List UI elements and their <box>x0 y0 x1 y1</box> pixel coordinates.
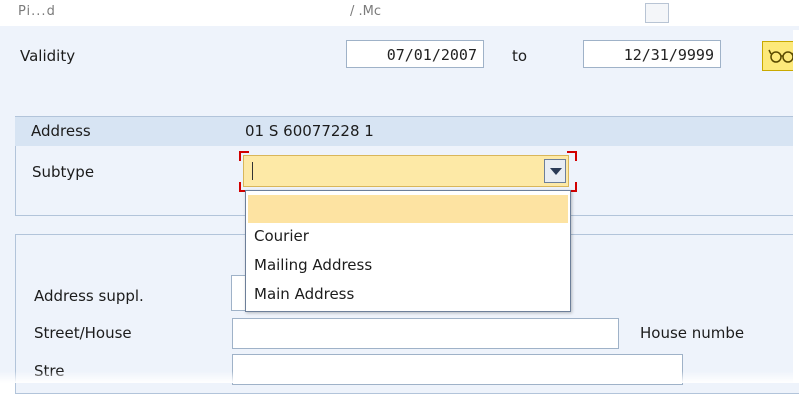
subtype-dropdown-list: Courier Mailing Address Main Address <box>245 190 571 312</box>
bottom-cropped-edge <box>0 371 799 383</box>
sap-screen: Pi...d / .Mc Validity 07/01/2007 to 12/3… <box>0 0 799 394</box>
focus-corner-tl <box>239 151 249 161</box>
top-fragment-text: Pi...d <box>18 4 56 19</box>
dropdown-option-courier[interactable]: Courier <box>254 227 309 245</box>
validity-to-label: to <box>512 47 528 65</box>
focus-corner-tr <box>567 151 577 161</box>
dropdown-option-mailing-address[interactable]: Mailing Address <box>254 256 372 274</box>
text-cursor <box>252 162 253 180</box>
subtype-label: Subtype <box>32 163 95 181</box>
street-house-label: Street/House <box>34 324 132 342</box>
validity-to-field[interactable]: 12/31/9999 <box>583 40 721 68</box>
address-header-label: Address <box>31 122 91 140</box>
chevron-down-icon[interactable] <box>544 159 566 183</box>
top-button[interactable] <box>645 3 669 23</box>
house-number-label: House numbe <box>640 324 745 342</box>
address-suppl-field[interactable] <box>231 275 245 311</box>
dropdown-option-main-address[interactable]: Main Address <box>254 285 354 303</box>
address-header-value: 01 S 60077228 1 <box>245 122 374 140</box>
street-house-field[interactable] <box>232 318 619 349</box>
address-suppl-label: Address suppl. <box>34 287 144 305</box>
address-header: Address 01 S 60077228 1 <box>15 116 799 148</box>
subtype-select[interactable] <box>243 155 569 187</box>
top-cropped-strip: Pi...d / .Mc <box>0 0 799 26</box>
validity-from-field[interactable]: 07/01/2007 <box>346 40 484 68</box>
top-fragment-text-2: / .Mc <box>350 4 382 19</box>
right-cropped-edge <box>793 30 799 383</box>
dropdown-option-blank[interactable] <box>248 195 568 223</box>
validity-label: Validity <box>20 47 76 65</box>
